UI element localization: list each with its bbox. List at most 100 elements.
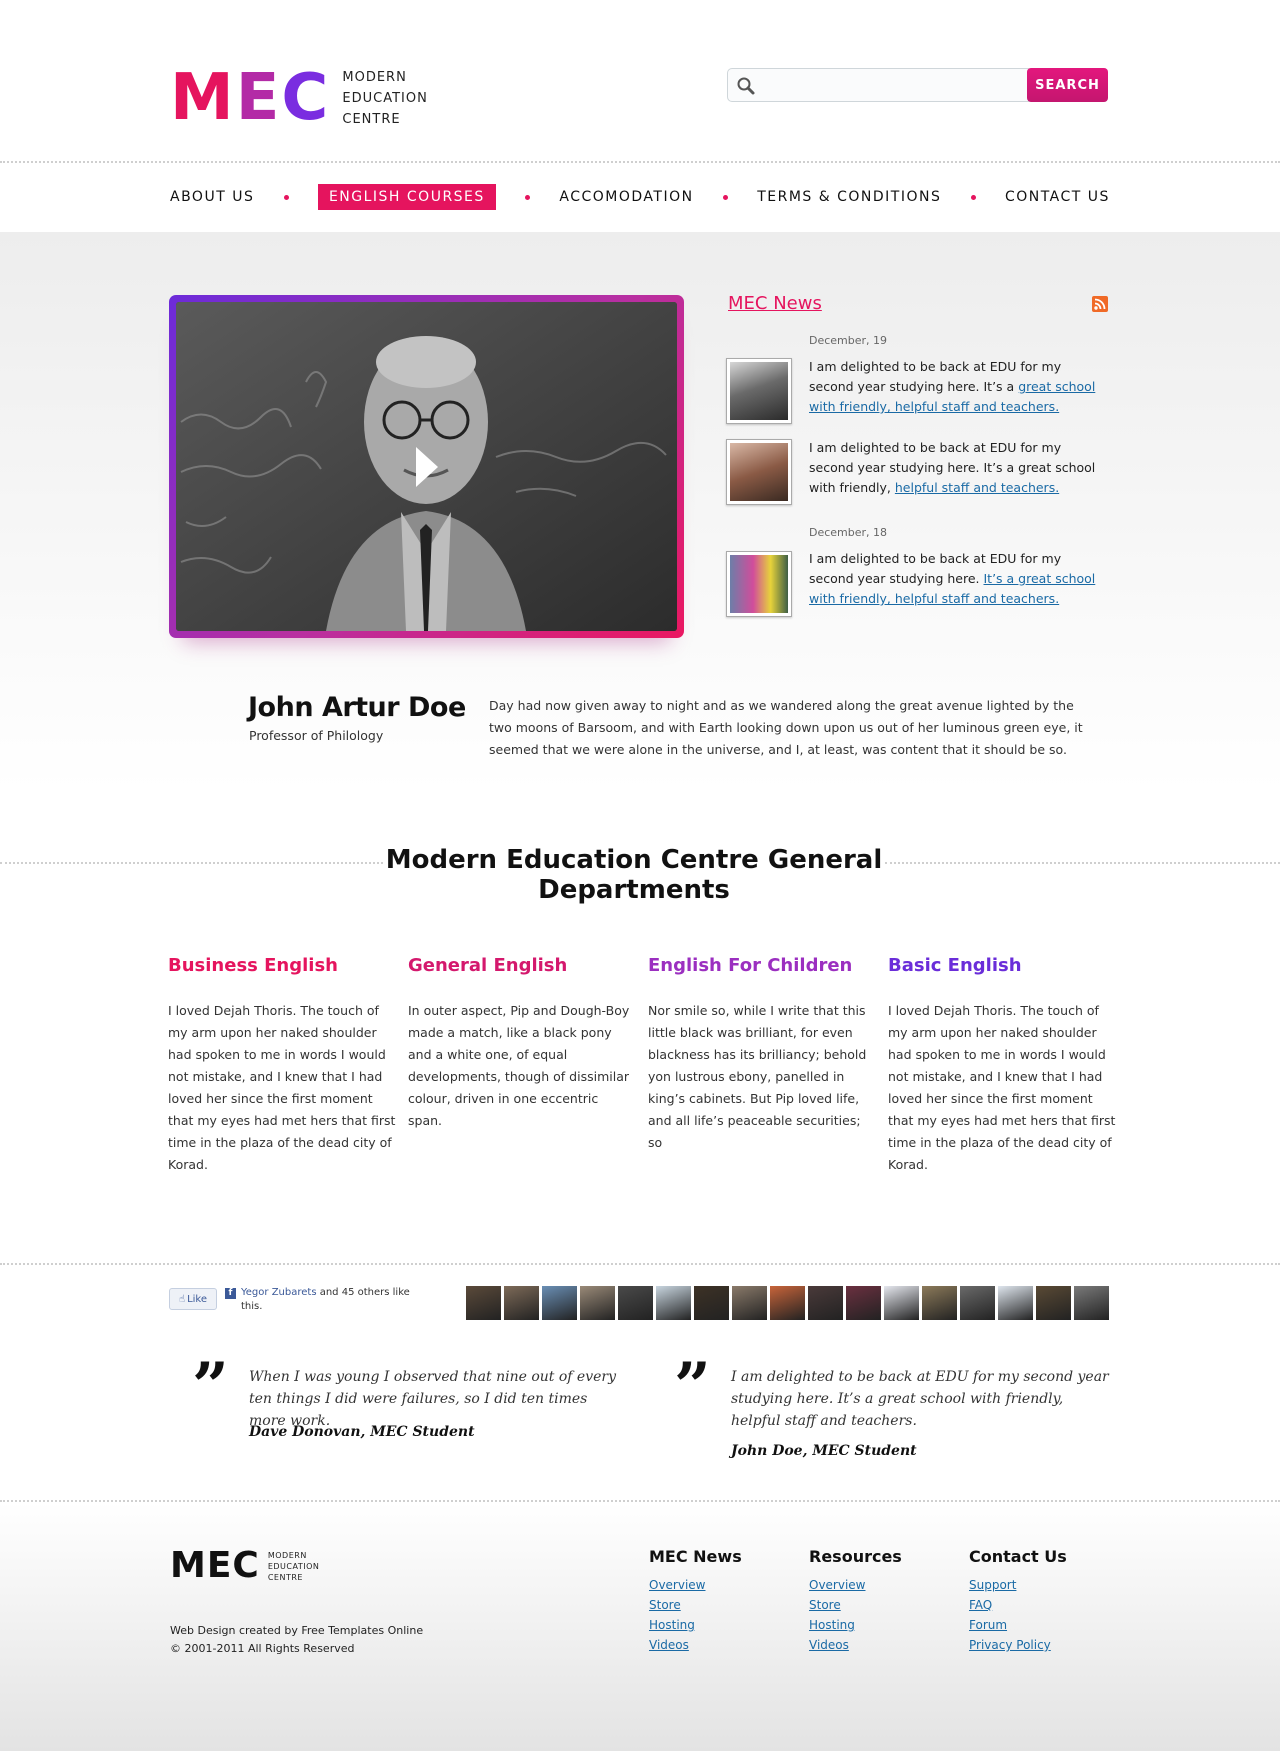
friend-avatar[interactable] bbox=[1074, 1286, 1109, 1320]
footer-credit: Web Design created by Free Templates Onl… bbox=[170, 1624, 424, 1637]
footer-link[interactable]: Overview bbox=[809, 1575, 902, 1595]
footer-logo-text: MODERN EDUCATION CENTRE bbox=[268, 1550, 320, 1583]
friend-avatar[interactable] bbox=[504, 1286, 539, 1320]
department-text: In outer aspect, Pip and Dough-Boy made … bbox=[408, 1003, 630, 1128]
search-button[interactable]: SEARCH bbox=[1027, 68, 1108, 102]
testimonial-quote: When I was young I observed that nine ou… bbox=[249, 1369, 617, 1429]
friend-avatar[interactable] bbox=[998, 1286, 1033, 1320]
news-thumb[interactable] bbox=[726, 358, 792, 424]
person-name: John Artur Doe bbox=[248, 692, 466, 723]
logo-text: MODERN EDUCATION CENTRE bbox=[342, 67, 427, 130]
footer-column-title: Contact Us bbox=[969, 1547, 1067, 1566]
logo-text-line: EDUCATION bbox=[342, 90, 428, 106]
thumbs-up-icon: ☝ bbox=[178, 1293, 186, 1305]
quote-icon: ” bbox=[674, 1349, 711, 1424]
nav-item-english-courses[interactable]: ENGLISH COURSES bbox=[317, 184, 496, 210]
friend-avatar[interactable] bbox=[808, 1286, 843, 1320]
department-title[interactable]: Business English bbox=[168, 955, 396, 976]
footer-link[interactable]: Videos bbox=[649, 1635, 742, 1655]
main-nav: ABOUT US ENGLISH COURSES ACCOMODATION TE… bbox=[170, 182, 1110, 212]
search-input[interactable] bbox=[727, 68, 1029, 102]
person-role: Professor of Philology bbox=[249, 728, 384, 743]
footer-link[interactable]: Privacy Policy bbox=[969, 1635, 1067, 1655]
nav-separator bbox=[525, 194, 531, 200]
search-icon bbox=[737, 77, 755, 95]
divider bbox=[0, 1263, 1280, 1265]
nav-item-about-us[interactable]: ABOUT US bbox=[170, 189, 254, 205]
logo[interactable]: MEC MODERN EDUCATION CENTRE bbox=[170, 66, 428, 130]
liker-name[interactable]: Yegor Zubarets bbox=[241, 1287, 317, 1298]
footer-logo-line: CENTRE bbox=[267, 1572, 303, 1582]
testimonial-author: John Doe, MEC Student bbox=[731, 1443, 917, 1459]
rss-glyph bbox=[1094, 298, 1106, 310]
footer-link[interactable]: Hosting bbox=[809, 1615, 902, 1635]
friend-avatar[interactable] bbox=[732, 1286, 767, 1320]
friend-avatar[interactable] bbox=[960, 1286, 995, 1320]
friend-avatar[interactable] bbox=[922, 1286, 957, 1320]
news-title[interactable]: MEC News bbox=[728, 293, 822, 314]
friend-avatar[interactable] bbox=[1036, 1286, 1071, 1320]
department-text: I loved Dejah Thoris. The touch of my ar… bbox=[888, 1003, 1116, 1172]
friend-avatar[interactable] bbox=[466, 1286, 501, 1320]
testimonial-author: Dave Donovan, MEC Student bbox=[249, 1424, 475, 1440]
testimonial-quote: I am delighted to be back at EDU for my … bbox=[731, 1369, 1109, 1429]
department-text: I loved Dejah Thoris. The touch of my ar… bbox=[168, 1003, 396, 1172]
facebook-likers: Yegor Zubarets and 45 others like this. bbox=[241, 1286, 411, 1314]
footer-link[interactable]: Hosting bbox=[649, 1615, 742, 1635]
footer-link[interactable]: FAQ bbox=[969, 1595, 1067, 1615]
friend-avatar[interactable] bbox=[542, 1286, 577, 1320]
friend-avatar[interactable] bbox=[580, 1286, 615, 1320]
friend-avatar[interactable] bbox=[884, 1286, 919, 1320]
like-label: Like bbox=[187, 1293, 208, 1305]
footer-link[interactable]: Overview bbox=[649, 1575, 742, 1595]
news-thumb[interactable] bbox=[726, 551, 792, 617]
nav-item-accomodation[interactable]: ACCOMODATION bbox=[559, 189, 693, 205]
news-item-link[interactable]: helpful staff and teachers. bbox=[895, 480, 1059, 495]
video-player[interactable] bbox=[169, 295, 684, 638]
footer-copyright-text: © 2001-2011 All Rights Reserved bbox=[170, 1642, 355, 1655]
nav-item-contact-us[interactable]: CONTACT US bbox=[1005, 189, 1110, 205]
nav-separator bbox=[722, 194, 728, 200]
department-title[interactable]: English For Children bbox=[648, 955, 876, 976]
footer-copyright: Web Design created by Free Templates Onl… bbox=[170, 1622, 423, 1658]
news-date: December, 18 bbox=[809, 526, 888, 539]
news-date: December, 19 bbox=[809, 334, 888, 347]
friend-avatar[interactable] bbox=[618, 1286, 653, 1320]
footer-link[interactable]: Store bbox=[809, 1595, 902, 1615]
department-column: English For Children Nor smile so, while… bbox=[648, 955, 876, 1154]
page: MEC MODERN EDUCATION CENTRE SEARCH ABOUT… bbox=[0, 0, 1280, 1751]
facebook-icon: f bbox=[225, 1288, 236, 1299]
facebook-like-button[interactable]: ☝ Like bbox=[169, 1288, 217, 1310]
news-item: I am delighted to be back at EDU for my … bbox=[809, 357, 1109, 417]
footer-link[interactable]: Forum bbox=[969, 1615, 1067, 1635]
department-column: Basic English I loved Dejah Thoris. The … bbox=[888, 955, 1116, 1176]
friend-avatar[interactable] bbox=[656, 1286, 691, 1320]
friend-avatar[interactable] bbox=[694, 1286, 729, 1320]
news-thumb[interactable] bbox=[726, 439, 792, 505]
logo-letter-e: E bbox=[235, 61, 282, 135]
logo-letter-c: C bbox=[281, 61, 331, 135]
department-title[interactable]: General English bbox=[408, 955, 636, 976]
friend-avatar[interactable] bbox=[770, 1286, 805, 1320]
footer-logo-mark: MEC bbox=[170, 1545, 260, 1586]
footer-column-contact-us: Contact Us Support FAQ Forum Privacy Pol… bbox=[969, 1547, 1067, 1655]
news-item: I am delighted to be back at EDU for my … bbox=[809, 549, 1109, 609]
footer-logo-line: MODERN bbox=[267, 1550, 307, 1560]
footer-link[interactable]: Videos bbox=[809, 1635, 902, 1655]
rss-icon[interactable] bbox=[1092, 296, 1108, 312]
nav-item-terms[interactable]: TERMS & CONDITIONS bbox=[757, 189, 941, 205]
play-icon[interactable] bbox=[415, 446, 438, 487]
person-quote: Day had now given away to night and as w… bbox=[489, 698, 1083, 757]
footer-logo[interactable]: MEC MODERN EDUCATION CENTRE bbox=[170, 1548, 319, 1584]
video-frame bbox=[176, 302, 677, 631]
nav-separator bbox=[970, 194, 976, 200]
department-column: Business English I loved Dejah Thoris. T… bbox=[168, 955, 396, 1176]
friend-avatar[interactable] bbox=[846, 1286, 881, 1320]
quote-icon: ” bbox=[192, 1349, 229, 1424]
footer-link[interactable]: Store bbox=[649, 1595, 742, 1615]
footer-link[interactable]: Support bbox=[969, 1575, 1067, 1595]
divider bbox=[0, 862, 383, 864]
department-title[interactable]: Basic English bbox=[888, 955, 1116, 976]
facebook-faces bbox=[466, 1286, 1112, 1320]
news-item: I am delighted to be back at EDU for my … bbox=[809, 438, 1109, 498]
